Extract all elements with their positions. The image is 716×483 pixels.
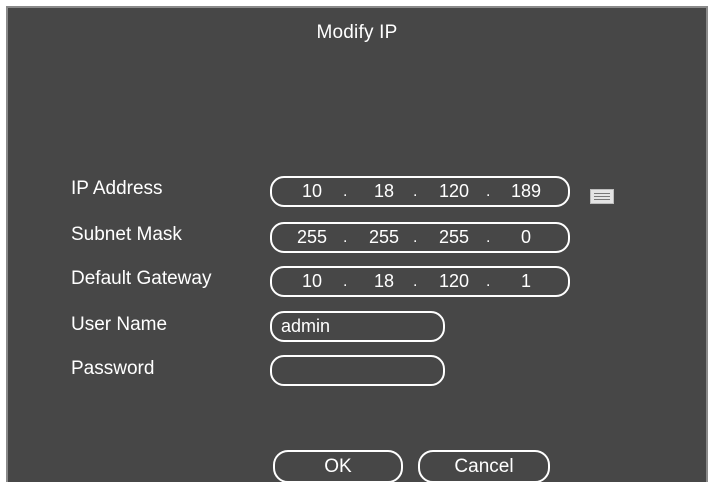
subnet-mask-octet-1[interactable]: 255: [284, 227, 340, 248]
default-gateway-dot-1: .: [343, 273, 348, 290]
default-gateway-dot-3: .: [486, 273, 491, 290]
default-gateway-field[interactable]: 10 . 18 . 120 . 1: [270, 266, 570, 297]
default-gateway-octet-4[interactable]: 1: [498, 271, 554, 292]
password-input[interactable]: [270, 355, 445, 386]
ip-address-octet-4[interactable]: 189: [498, 181, 554, 202]
default-gateway-label: Default Gateway: [71, 268, 212, 289]
default-gateway-octet-1[interactable]: 10: [284, 271, 340, 292]
cancel-button[interactable]: Cancel: [418, 450, 550, 483]
subnet-mask-dot-2: .: [413, 229, 418, 246]
ip-address-octet-2[interactable]: 18: [356, 181, 412, 202]
modify-ip-dialog: Modify IP IP Address 10 . 18 . 120 . 189…: [6, 6, 708, 483]
ip-address-field[interactable]: 10 . 18 . 120 . 189: [270, 176, 570, 207]
password-label: Password: [71, 358, 155, 379]
subnet-mask-dot-1: .: [343, 229, 348, 246]
user-name-input[interactable]: admin: [270, 311, 445, 342]
user-name-label: User Name: [71, 314, 168, 335]
subnet-mask-octet-3[interactable]: 255: [426, 227, 482, 248]
keyboard-icon[interactable]: [590, 189, 614, 204]
dialog-title: Modify IP: [316, 22, 398, 43]
ip-address-dot-3: .: [486, 183, 491, 200]
ip-address-label: IP Address: [71, 178, 163, 199]
subnet-mask-octet-4[interactable]: 0: [498, 227, 554, 248]
subnet-mask-octet-2[interactable]: 255: [356, 227, 412, 248]
ok-button[interactable]: OK: [273, 450, 403, 483]
ip-address-dot-1: .: [343, 183, 348, 200]
subnet-mask-dot-3: .: [486, 229, 491, 246]
ip-address-octet-3[interactable]: 120: [426, 181, 482, 202]
ip-address-octet-1[interactable]: 10: [284, 181, 340, 202]
default-gateway-octet-3[interactable]: 120: [426, 271, 482, 292]
subnet-mask-label: Subnet Mask: [71, 224, 182, 245]
subnet-mask-field[interactable]: 255 . 255 . 255 . 0: [270, 222, 570, 253]
ip-address-dot-2: .: [413, 183, 418, 200]
default-gateway-octet-2[interactable]: 18: [356, 271, 412, 292]
default-gateway-dot-2: .: [413, 273, 418, 290]
